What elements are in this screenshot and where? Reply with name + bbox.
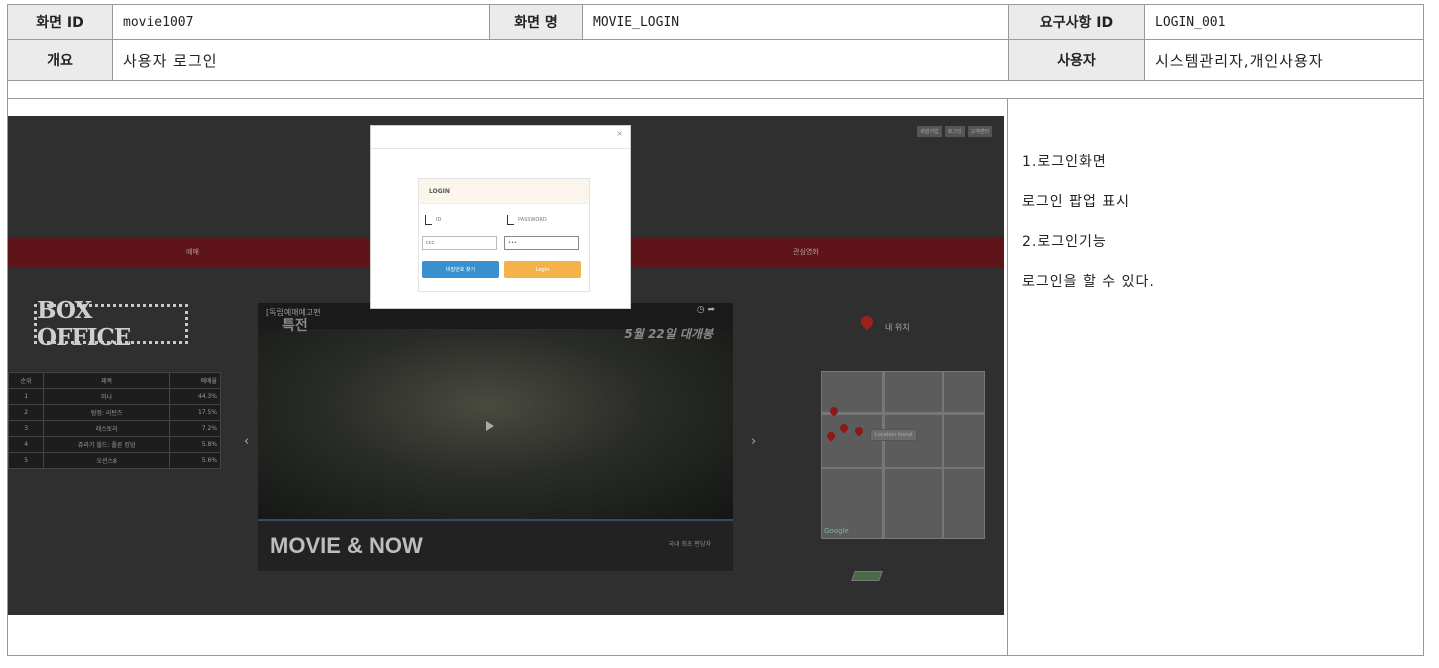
desc-line: 로그인 팝업 표시	[1022, 194, 1131, 210]
desc-line: 2.로그인기능	[1022, 234, 1107, 250]
overview-value: 사용자 로그인	[113, 40, 1009, 80]
rate-cell: 7.2%	[169, 420, 221, 437]
rank-cell: 1	[8, 388, 45, 405]
spec-sheet: 화면 ID movie1007 화면 명 MOVIE_LOGIN 요구사항 ID…	[7, 4, 1424, 656]
find-password-button[interactable]: 비밀번호 찾기	[422, 261, 499, 278]
table-row[interactable]: 1 미나 44.3%	[8, 388, 221, 405]
id-input[interactable]	[422, 236, 497, 250]
spec-row-ids: 화면 ID movie1007 화면 명 MOVIE_LOGIN 요구사항 ID…	[8, 5, 1423, 40]
close-icon[interactable]: ×	[616, 129, 623, 138]
password-input[interactable]	[504, 236, 579, 250]
req-id-value: LOGIN_001	[1155, 14, 1226, 30]
google-logo: Google	[824, 527, 849, 535]
rank-cell: 5	[8, 452, 45, 469]
play-icon[interactable]	[486, 421, 494, 431]
map-marker-icon[interactable]	[825, 430, 837, 442]
desc-line: 로그인을 할 수 있다.	[1022, 274, 1155, 290]
video-title-movie: 특전	[282, 318, 308, 334]
title-cell: 쥬라기 월드: 폴른 킹덤	[43, 436, 171, 453]
login-button[interactable]: Login	[504, 261, 581, 278]
divider	[371, 148, 630, 149]
table-header-row: 순위 제목 예매율	[8, 372, 221, 389]
screen-id-value: movie1007	[113, 5, 490, 39]
overview-label: 개요	[8, 40, 113, 80]
col-rank: 순위	[8, 372, 45, 389]
spec-row-overview: 개요 사용자 로그인 사용자 시스템관리자,개인사용자	[8, 40, 1423, 81]
password-label: PASSWORD	[507, 215, 547, 225]
support-link[interactable]: 고객센터	[967, 126, 992, 137]
trailer-video[interactable]: [독립예매예고편 특전 ◷ ➦ 5월 22일 대개봉 MOVIE & NOW 국…	[258, 303, 733, 571]
table-row[interactable]: 5 오션스8 5.6%	[8, 452, 221, 469]
site-screenshot: 회원가입 로그인 고객센터 예매 관심영화 BOX OFFICE 순위 제목 예…	[8, 116, 1004, 615]
rate-cell: 17.5%	[169, 404, 221, 421]
screen-name-value: MOVIE_LOGIN	[583, 5, 1009, 39]
login-panel: LOGIN ID PASSWORD 비밀번호 찾기 Login	[418, 178, 590, 292]
video-frame	[258, 329, 733, 519]
map-pin-icon	[851, 313, 883, 581]
lock-icon	[507, 215, 514, 225]
user-value: 시스템관리자,개인사용자	[1155, 51, 1324, 70]
spec-row-spacer	[8, 81, 1423, 99]
table-row[interactable]: 4 쥬라기 월드: 폴른 킹덤 5.8%	[8, 436, 221, 453]
my-location[interactable]: 내 위치	[851, 313, 910, 581]
desc-line: 1.로그인화면	[1022, 154, 1107, 170]
video-release-date: 5월 22일 대개봉	[624, 327, 713, 341]
screen-id-label: 화면 ID	[8, 5, 113, 39]
location-map[interactable]: Location found Google	[821, 371, 985, 539]
share-icon[interactable]: ◷ ➦	[697, 305, 715, 315]
table-row[interactable]: 3 레스토리 7.2%	[8, 420, 221, 437]
col-rate: 예매율	[169, 372, 221, 389]
map-popup: Location found	[870, 429, 918, 441]
description-panel: 1.로그인화면 로그인 팝업 표시 2.로그인기능 로그인을 할 수 있다.	[1009, 99, 1424, 656]
title-cell: 레스토리	[43, 420, 171, 437]
rate-cell: 5.8%	[169, 436, 221, 453]
screenshot-area: 회원가입 로그인 고객센터 예매 관심영화 BOX OFFICE 순위 제목 예…	[8, 99, 1008, 656]
rate-cell: 44.3%	[169, 388, 221, 405]
user-label: 사용자	[1009, 40, 1145, 80]
title-cell: 오션스8	[43, 452, 171, 469]
user-icon	[425, 215, 432, 225]
col-title: 제목	[43, 372, 171, 389]
next-arrow-icon[interactable]: ›	[751, 434, 756, 449]
map-marker-icon[interactable]	[853, 425, 865, 437]
progress-line	[258, 519, 733, 521]
login-modal: × LOGIN ID PASSWORD 비밀번호 찾기 Login	[370, 125, 631, 309]
rank-cell: 3	[8, 420, 45, 437]
box-office-title: BOX OFFICE	[34, 297, 188, 351]
nav-item-favorites[interactable]: 관심영화	[793, 247, 819, 257]
map-marker-icon[interactable]	[838, 422, 850, 434]
prev-arrow-icon[interactable]: ‹	[244, 434, 249, 449]
rank-cell: 4	[8, 436, 45, 453]
my-location-label: 내 위치	[885, 322, 910, 332]
rank-cell: 2	[8, 404, 45, 421]
screen-name-label: 화면 명	[490, 5, 583, 39]
login-heading: LOGIN	[419, 179, 589, 204]
id-label: ID	[425, 215, 441, 225]
table-row[interactable]: 2 탐정: 리턴즈 17.5%	[8, 404, 221, 421]
box-office-table: 순위 제목 예매율 1 미나 44.3% 2 탐정: 리턴즈 17.5% 3 레…	[8, 372, 221, 469]
req-id-label: 요구사항 ID	[1009, 5, 1145, 39]
rate-cell: 5.6%	[169, 452, 221, 469]
login-link[interactable]: 로그인	[944, 126, 965, 137]
top-links: 회원가입 로그인 고객센터	[917, 126, 992, 137]
title-cell: 탐정: 리턴즈	[43, 404, 171, 421]
video-banner: MOVIE & NOW 국내 최초 편당자	[258, 519, 733, 571]
title-cell: 미나	[43, 388, 171, 405]
brand-logo: MOVIE & NOW	[270, 533, 423, 558]
join-link[interactable]: 회원가입	[917, 126, 942, 137]
video-caption: 국내 최초 편당자	[668, 541, 711, 548]
nav-item-booking[interactable]: 예매	[186, 247, 199, 257]
